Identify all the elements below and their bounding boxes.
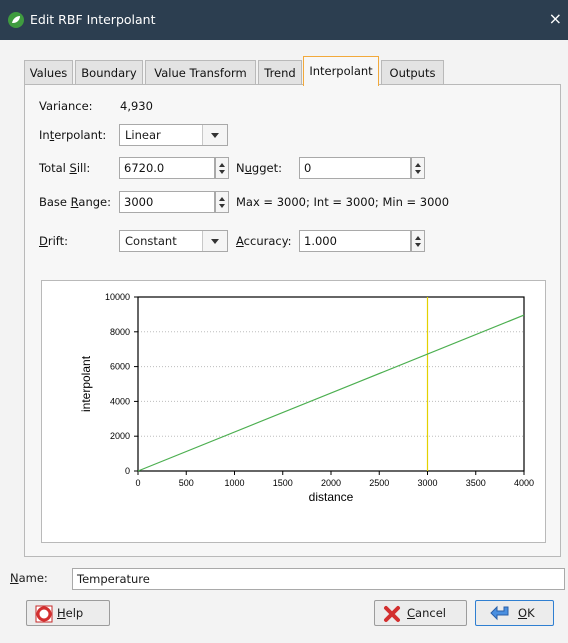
tab-boundary[interactable]: Boundary [75, 60, 143, 84]
interpolant-chart: 0 2000 4000 6000 8000 10000 0 500 1000 1500 2000 25… [41, 280, 546, 543]
x-tick-label: 1000 [224, 478, 244, 488]
nugget-label: Nugget: [236, 161, 282, 175]
drift-select[interactable]: Constant [119, 230, 228, 252]
y-tick-label: 2000 [110, 431, 130, 441]
tab-outputs[interactable]: Outputs [381, 60, 444, 84]
total-sill-input[interactable]: 6720.0 [119, 157, 215, 179]
tab-interpolant[interactable]: Interpolant [303, 56, 379, 86]
nugget-spinner[interactable] [411, 157, 425, 179]
drift-label: Drift: [39, 234, 69, 248]
x-tick-label: 2000 [321, 478, 341, 488]
y-tick-label: 8000 [110, 327, 130, 337]
chevron-down-icon [202, 231, 227, 251]
tab-value-transform[interactable]: Value Transform [145, 60, 256, 84]
accuracy-label: Accuracy: [236, 234, 292, 248]
total-sill-spinner[interactable] [215, 157, 229, 179]
edit-rbf-dialog: Edit RBF Interpolant × Values Boundary V… [0, 0, 568, 643]
name-label: Name: [10, 571, 48, 585]
base-range-input[interactable]: 3000 [119, 191, 215, 213]
ok-arrow-icon [490, 605, 509, 623]
title-bar: Edit RBF Interpolant × [0, 0, 568, 40]
accuracy-input[interactable]: 1.000 [299, 230, 411, 252]
y-tick-label: 10000 [105, 292, 130, 302]
nugget-input[interactable]: 0 [299, 157, 411, 179]
interpolant-panel: Variance: 4,930 Interpolant: Linear Tota… [24, 84, 561, 557]
y-tick-label: 6000 [110, 362, 130, 372]
variance-value: 4,930 [120, 99, 153, 113]
help-lifebuoy-icon [35, 605, 53, 623]
y-tick-label: 4000 [110, 396, 130, 406]
variance-label: Variance: [39, 99, 93, 113]
x-tick-label: 1500 [273, 478, 293, 488]
total-sill-label: Total Sill: [39, 161, 91, 175]
y-axis-label: interpolant [79, 355, 93, 412]
interpolant-series-line [137, 314, 525, 472]
x-tick-label: 500 [179, 478, 194, 488]
plot-area [137, 296, 525, 472]
x-axis-label: distance [309, 490, 354, 504]
interpolant-select[interactable]: Linear [119, 124, 228, 146]
ok-button[interactable]: OK [475, 600, 554, 626]
x-tick-label: 3000 [417, 478, 437, 488]
tab-values[interactable]: Values [24, 60, 73, 84]
close-icon[interactable]: × [549, 9, 562, 28]
accuracy-spinner[interactable] [411, 230, 425, 252]
cancel-x-icon [383, 605, 401, 623]
app-leaf-icon [8, 12, 24, 28]
help-button[interactable]: Help [26, 600, 110, 626]
x-tick-label: 3500 [466, 478, 486, 488]
range-info: Max = 3000; Int = 3000; Min = 3000 [236, 195, 450, 209]
x-tick-label: 4000 [514, 478, 534, 488]
base-range-spinner[interactable] [215, 191, 229, 213]
tab-trend[interactable]: Trend [258, 60, 302, 84]
x-tick-label: 0 [135, 478, 140, 488]
base-range-label: Base Range: [39, 195, 112, 209]
chevron-down-icon [202, 125, 227, 145]
x-tick-label: 2500 [369, 478, 389, 488]
window-title: Edit RBF Interpolant [30, 12, 156, 27]
name-input[interactable]: Temperature [72, 568, 565, 590]
interpolant-label: Interpolant: [39, 128, 107, 142]
cancel-button[interactable]: Cancel [374, 600, 467, 626]
chart-svg: 0 2000 4000 6000 8000 10000 0 500 1000 1500 2000 25… [79, 292, 534, 504]
y-tick-label: 0 [125, 466, 130, 476]
